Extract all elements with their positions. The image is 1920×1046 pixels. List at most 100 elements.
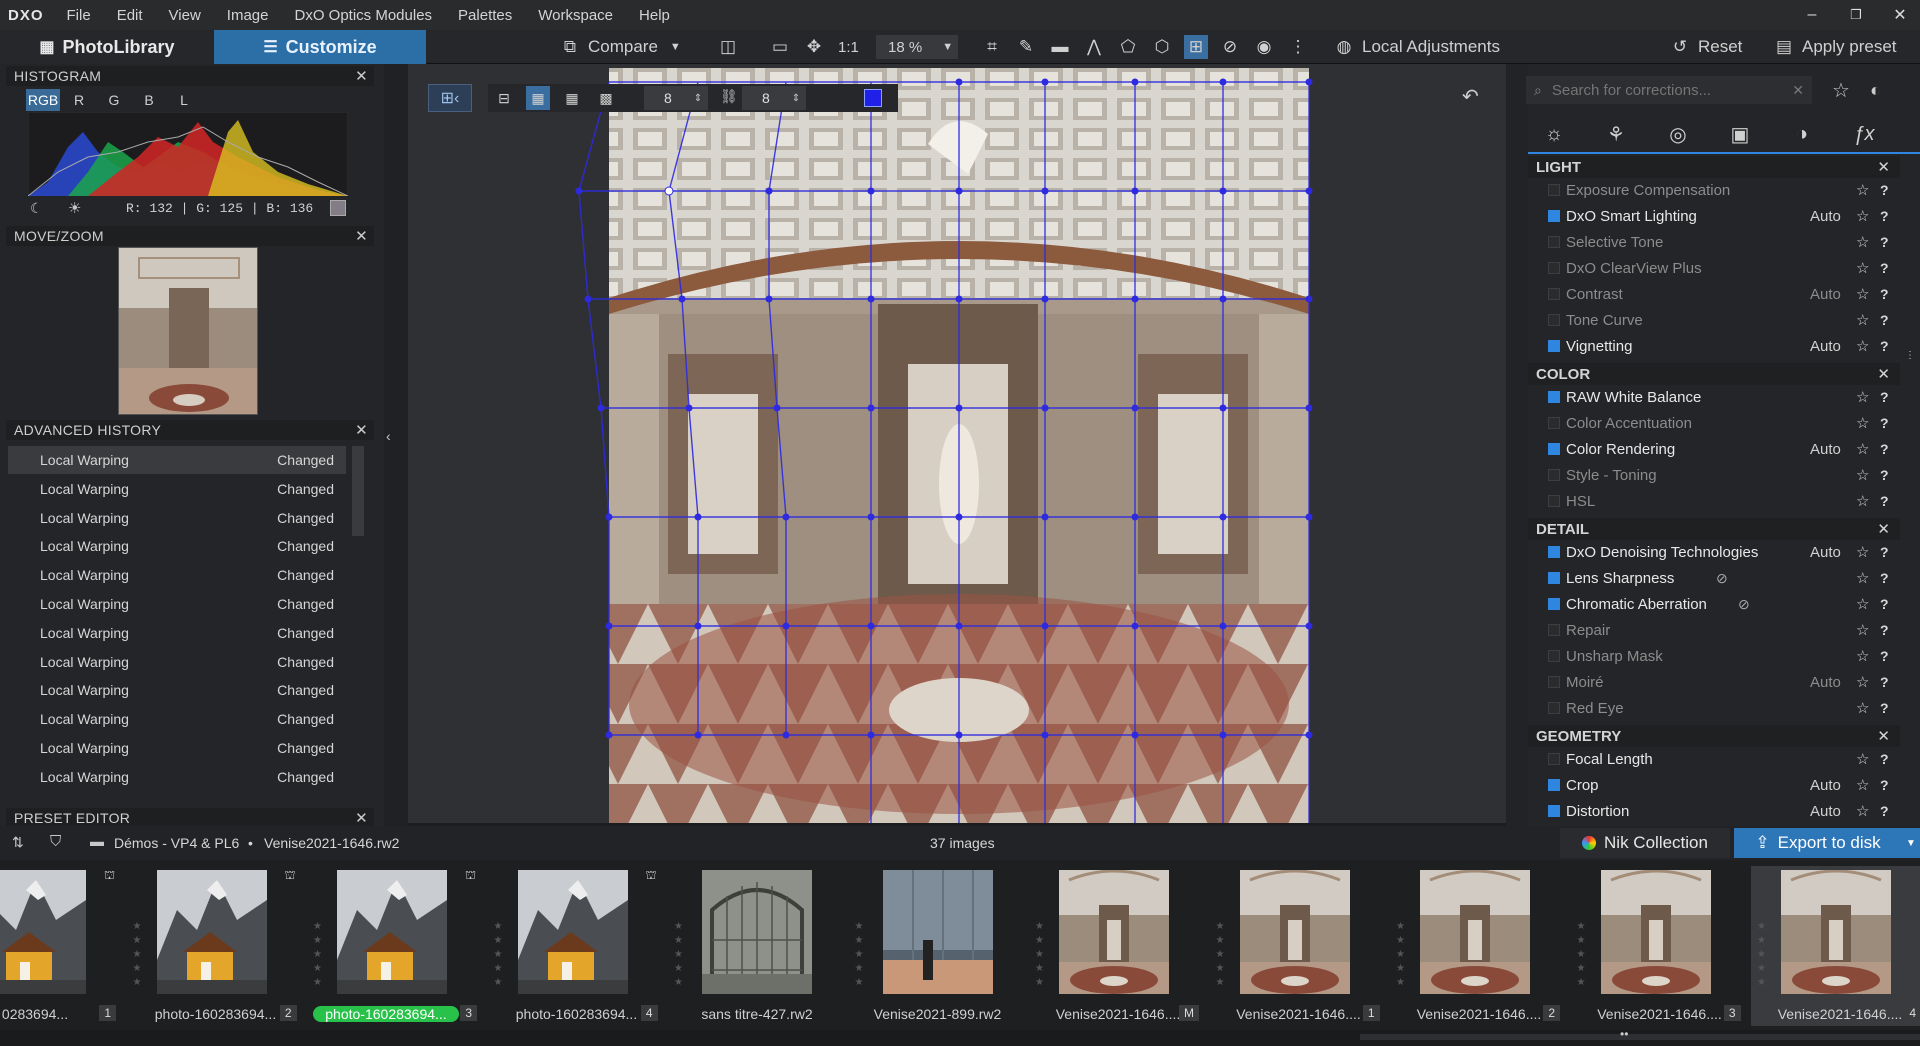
section-geometry[interactable]: GEOMETRY ✕	[1528, 725, 1900, 747]
apply-preset-button[interactable]: ▤ Apply preset	[1772, 35, 1897, 59]
history-item[interactable]: Local Warping Changed	[8, 619, 346, 647]
correction-color-accentuation[interactable]: Color Accentuation ☆?	[1528, 410, 1900, 436]
sort-icon[interactable]: ⇅	[12, 834, 24, 851]
history-scrollbar[interactable]	[352, 446, 364, 536]
star-icon[interactable]: ☆	[1856, 776, 1869, 794]
local-tab-icon[interactable]: ◑	[1772, 119, 1832, 149]
help-icon[interactable]: ?	[1880, 570, 1889, 586]
filmstrip-thumbnail[interactable]: ★ ★ ★ ★ ★ Venise2021-1646.... 1	[1210, 866, 1388, 1026]
enable-checkbox[interactable]	[1548, 495, 1560, 507]
enable-checkbox[interactable]	[1548, 184, 1560, 196]
filmstrip-thumbnail[interactable]: ★ ★ ★ ★ ★ ⛫ photo-160283694... 3	[307, 866, 485, 1026]
light-tab-icon[interactable]: ☼	[1524, 119, 1584, 149]
enable-checkbox[interactable]	[1548, 210, 1560, 222]
enable-checkbox[interactable]	[1548, 598, 1560, 610]
eyedropper-icon[interactable]: ✎	[1014, 35, 1038, 59]
history-item[interactable]: Local Warping Changed	[8, 590, 346, 618]
menu-workspace[interactable]: Workspace	[525, 7, 626, 24]
filmstrip-thumbnail[interactable]: ★ ★ ★ ★ ★ Venise2021-1646.... 3	[1571, 866, 1749, 1026]
shadow-clip-icon[interactable]: ☾	[30, 200, 43, 217]
help-icon[interactable]: ?	[1880, 441, 1889, 457]
enable-checkbox[interactable]	[1548, 779, 1560, 791]
star-icon[interactable]: ☆	[1856, 647, 1869, 665]
star-icon[interactable]: ☆	[1856, 311, 1869, 329]
rating-stars[interactable]: ★ ★ ★ ★ ★	[1757, 920, 1769, 990]
close-icon[interactable]: ✕	[1877, 520, 1890, 538]
menu-image[interactable]: Image	[214, 7, 282, 24]
eye-hidden-icon[interactable]: ⊘	[1716, 570, 1728, 587]
thumbnail-caption[interactable]: Venise2021-1646....	[1571, 1006, 1749, 1022]
help-icon[interactable]: ?	[1880, 182, 1889, 198]
correction-exposure-compensation[interactable]: Exposure Compensation ☆?	[1528, 177, 1900, 203]
filmstrip-thumbnail[interactable]: ★ ★ ★ ★ ★ ⛫ photo-160283694... 2	[127, 866, 305, 1026]
nik-collection-button[interactable]: Nik Collection	[1560, 828, 1730, 858]
section-detail[interactable]: DETAIL ✕	[1528, 518, 1900, 540]
enable-checkbox[interactable]	[1548, 469, 1560, 481]
link-icon[interactable]: ⛓	[720, 88, 738, 105]
star-icon[interactable]: ☆	[1856, 673, 1869, 691]
correction-contrast[interactable]: Contrast Auto ☆?	[1528, 281, 1900, 307]
repair-icon[interactable]: ⊘	[1218, 35, 1242, 59]
help-icon[interactable]: ?	[1880, 596, 1889, 612]
lock-icon[interactable]: ⛫	[646, 868, 664, 886]
rating-stars[interactable]: ★ ★ ★ ★ ★	[133, 920, 145, 990]
perspective-icon[interactable]: ⋀	[1082, 35, 1106, 59]
search-box[interactable]: ⌕ ✕	[1526, 76, 1812, 104]
eye-hidden-icon[interactable]: ⊘	[1738, 596, 1750, 613]
fit-screen-icon[interactable]: ▭	[768, 35, 792, 59]
history-item[interactable]: Local Warping Changed	[8, 475, 346, 503]
section-color[interactable]: COLOR ✕	[1528, 363, 1900, 385]
correction-dxo-clearview-plus[interactable]: DxO ClearView Plus ☆?	[1528, 255, 1900, 281]
search-input[interactable]	[1551, 81, 1782, 99]
rating-stars[interactable]: ★ ★ ★ ★ ★	[494, 920, 506, 990]
enable-checkbox[interactable]	[1548, 753, 1560, 765]
grid-2x2-icon[interactable]: ⊟	[492, 86, 516, 110]
warp-tool-toggle[interactable]: ⊞‹	[428, 84, 472, 112]
rows-stepper[interactable]: 8 ⇕	[644, 86, 708, 110]
correction-style-toning[interactable]: Style - Toning ☆?	[1528, 462, 1900, 488]
thumbnail-caption[interactable]: photo-160283694...	[127, 1006, 305, 1022]
scrollbar-thumb[interactable]	[1360, 1034, 1920, 1040]
correction-vignetting[interactable]: Vignetting Auto ☆?	[1528, 333, 1900, 359]
menu-view[interactable]: View	[156, 7, 214, 24]
star-icon[interactable]: ☆	[1856, 699, 1869, 717]
toggle-icon[interactable]: ◐	[1870, 80, 1881, 101]
detail-tab-icon[interactable]: ◎	[1648, 119, 1708, 149]
clear-search-icon[interactable]: ✕	[1792, 82, 1804, 99]
help-icon[interactable]: ?	[1880, 751, 1889, 767]
star-icon[interactable]: ☆	[1856, 595, 1869, 613]
help-icon[interactable]: ?	[1880, 622, 1889, 638]
close-icon[interactable]: ✕	[355, 421, 368, 439]
correction-dxo-smart-lighting[interactable]: DxO Smart Lighting Auto ☆?	[1528, 203, 1900, 229]
history-item[interactable]: Local Warping Changed	[8, 734, 346, 762]
rating-stars[interactable]: ★ ★ ★ ★ ★	[1577, 920, 1589, 990]
star-icon[interactable]: ☆	[1856, 802, 1869, 820]
star-icon[interactable]: ☆	[1856, 440, 1869, 458]
correction-repair[interactable]: Repair ☆?	[1528, 617, 1900, 643]
grid-4x4-icon[interactable]: ▦	[526, 86, 550, 110]
thumbnail-caption[interactable]: Venise2021-1646....	[1751, 1006, 1920, 1022]
close-icon[interactable]: ✕	[355, 809, 368, 827]
enable-checkbox[interactable]	[1548, 314, 1560, 326]
local-warping-icon[interactable]: ⊞	[1184, 35, 1208, 59]
cols-stepper[interactable]: 8 ⇕	[742, 86, 806, 110]
enable-checkbox[interactable]	[1548, 236, 1560, 248]
history-item[interactable]: Local Warping Changed	[8, 446, 346, 474]
one-to-one-button[interactable]: 1:1	[838, 35, 859, 59]
correction-focal-length[interactable]: Focal Length ☆?	[1528, 746, 1900, 772]
panel-scroll-dots-icon[interactable]: ⋮	[1905, 350, 1915, 370]
fx-tab-icon[interactable]: ƒx	[1834, 119, 1894, 149]
local-adjustments-button[interactable]: ◍ Local Adjustments	[1332, 35, 1500, 59]
split-view-icon[interactable]: ◫	[716, 35, 740, 59]
enable-checkbox[interactable]	[1548, 262, 1560, 274]
section-light[interactable]: LIGHT ✕	[1528, 156, 1900, 178]
export-to-disk-button[interactable]: ⇪ Export to disk	[1734, 828, 1902, 858]
help-icon[interactable]: ?	[1880, 467, 1889, 483]
restore-button[interactable]: ❐	[1834, 0, 1878, 30]
enable-checkbox[interactable]	[1548, 676, 1560, 688]
star-icon[interactable]: ☆	[1856, 492, 1869, 510]
help-icon[interactable]: ?	[1880, 234, 1889, 250]
perspective-8pt-icon[interactable]: ⬡	[1150, 35, 1174, 59]
lock-icon[interactable]: ⛫	[465, 868, 483, 886]
rating-stars[interactable]: ★ ★ ★ ★ ★	[1035, 920, 1047, 990]
